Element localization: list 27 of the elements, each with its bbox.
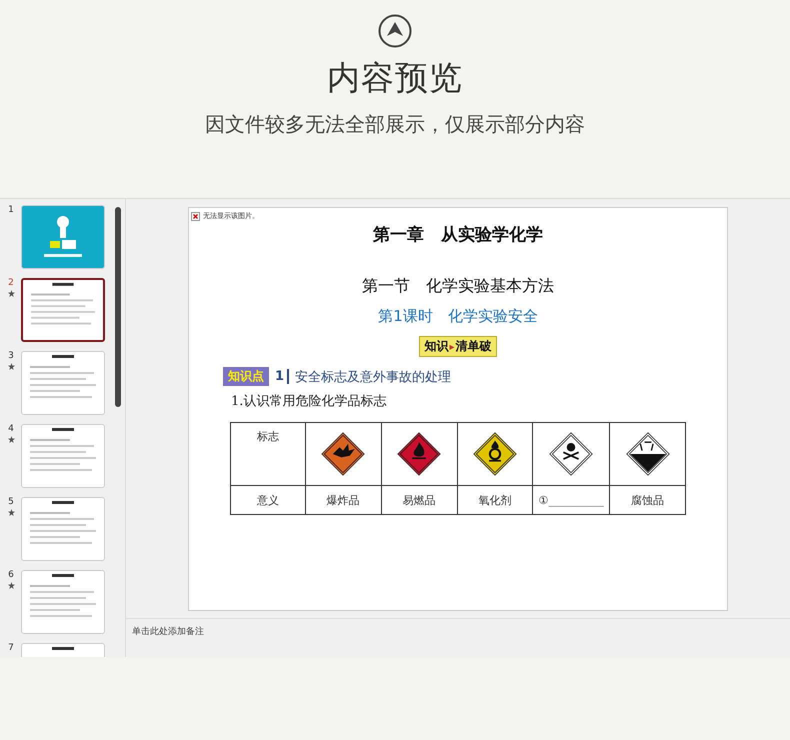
- table-cell: 爆炸品: [326, 494, 360, 506]
- broken-image-icon: [191, 212, 200, 220]
- table-cell: 易燃品: [402, 494, 436, 506]
- knowledge-point-tag: 知识点: [223, 367, 269, 386]
- knowledge-point-heading: 安全标志及意外事故的处理: [295, 368, 452, 386]
- knowledge-point-number: 1: [275, 369, 290, 384]
- slide-thumbnail[interactable]: [21, 278, 105, 342]
- table-cell: ①__________: [538, 494, 604, 506]
- table-cell: 腐蚀品: [631, 494, 664, 506]
- knowledge-list-badge: 知识▸清单破: [419, 336, 497, 357]
- slide-number: 6: [8, 570, 14, 580]
- notes-field[interactable]: 单击此处添加备注: [126, 619, 790, 644]
- section-title: 第一节 化学实验基本方法: [362, 276, 554, 297]
- slide-number: 1: [8, 205, 14, 215]
- lesson-title: 第1课时 化学实验安全: [378, 307, 538, 326]
- slide-number: 5: [8, 497, 14, 507]
- slide-number: 7: [8, 643, 14, 653]
- slide-number: 2: [8, 278, 14, 288]
- chapter-title: 第一章 从实验学化学: [373, 224, 543, 246]
- page-title: 内容预览: [327, 57, 463, 99]
- table-cell: 氧化剂: [478, 494, 512, 506]
- table-cell: 标志: [256, 430, 279, 443]
- slide-number: 4: [8, 424, 14, 434]
- slide-number: 3: [8, 351, 14, 361]
- table-cell: 意义: [256, 494, 279, 506]
- item-text: 1.认识常用危险化学品标志: [231, 393, 386, 410]
- page-subtitle: 因文件较多无法全部展示，仅展示部分内容: [205, 111, 585, 138]
